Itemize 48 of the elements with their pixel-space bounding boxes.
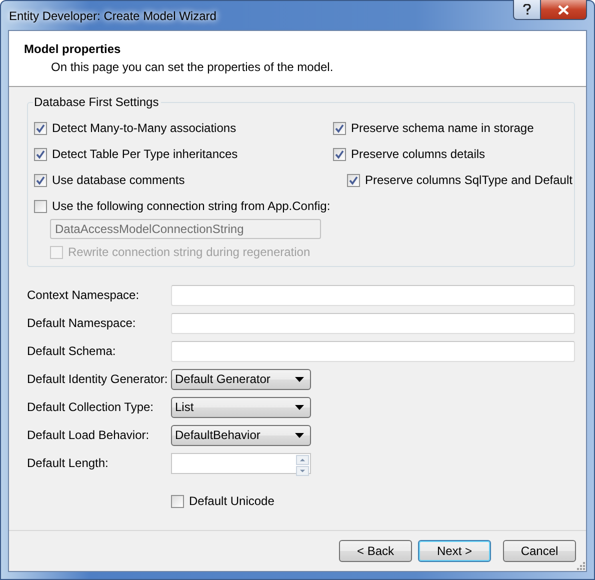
- checkbox[interactable]: [34, 174, 47, 186]
- group-title: Database First Settings: [33, 95, 161, 109]
- text-field[interactable]: [171, 284, 575, 306]
- wizard-button[interactable]: < Back: [339, 540, 412, 562]
- checkbox[interactable]: [34, 200, 47, 212]
- checkbox-label: Use the following connection string from App.Config:: [52, 199, 330, 213]
- checkbox[interactable]: [347, 174, 360, 186]
- field-label: Default Namespace:: [27, 316, 137, 330]
- dropdown[interactable]: DefaultBehavior: [171, 424, 311, 446]
- resize-grip-icon[interactable]: [576, 561, 585, 570]
- page-title: Model properties: [24, 42, 121, 56]
- dropdown-arrow-icon: [295, 376, 304, 382]
- field-label: Default Schema:: [27, 344, 117, 358]
- dropdown-arrow-icon: [295, 432, 304, 438]
- checkbox-label: Preserve columns SqlType and Default: [365, 173, 572, 187]
- checkbox-label: Preserve schema name in storage: [351, 121, 534, 135]
- checkbox[interactable]: [333, 148, 346, 160]
- help-button[interactable]: [513, 0, 541, 20]
- close-button[interactable]: [541, 0, 587, 20]
- spin-up-icon[interactable]: [296, 454, 309, 464]
- wizard-button[interactable]: Cancel: [503, 540, 576, 562]
- checkbox[interactable]: [34, 122, 47, 134]
- field-label: Default Length:: [27, 456, 110, 470]
- dropdown-arrow-icon: [295, 404, 304, 410]
- checkbox-label: Detect Table Per Type inheritances: [52, 147, 238, 161]
- checkbox-label: Default Unicode: [189, 494, 274, 508]
- number-field[interactable]: [171, 452, 311, 474]
- field-label: Default Identity Generator:: [27, 372, 169, 386]
- text-field[interactable]: [171, 340, 575, 362]
- checkbox[interactable]: [171, 494, 184, 508]
- checkbox-label: Use database comments: [52, 173, 185, 187]
- page-description: On this page you can set the properties of the model.: [51, 60, 334, 74]
- checkbox-label: Rewrite connection string during regeneration: [68, 245, 310, 259]
- checkbox[interactable]: [34, 148, 47, 160]
- field-label: Context Namespace:: [27, 288, 140, 302]
- help-icon: [523, 4, 531, 15]
- field-label: Default Load Behavior:: [27, 428, 150, 442]
- wizard-button[interactable]: Next >: [418, 540, 491, 562]
- spin-down-icon[interactable]: [296, 466, 309, 476]
- dropdown[interactable]: Default Generator: [171, 368, 311, 390]
- text-field[interactable]: [171, 312, 575, 334]
- checkbox[interactable]: [333, 122, 346, 134]
- window-title: Entity Developer: Create Model Wizard: [8, 8, 216, 22]
- checkbox-label: Detect Many-to-Many associations: [52, 121, 236, 135]
- field-label: Default Collection Type:: [27, 400, 155, 414]
- checkbox-label: Preserve columns details: [351, 147, 486, 161]
- dropdown[interactable]: List: [171, 396, 311, 418]
- close-icon: [558, 4, 569, 14]
